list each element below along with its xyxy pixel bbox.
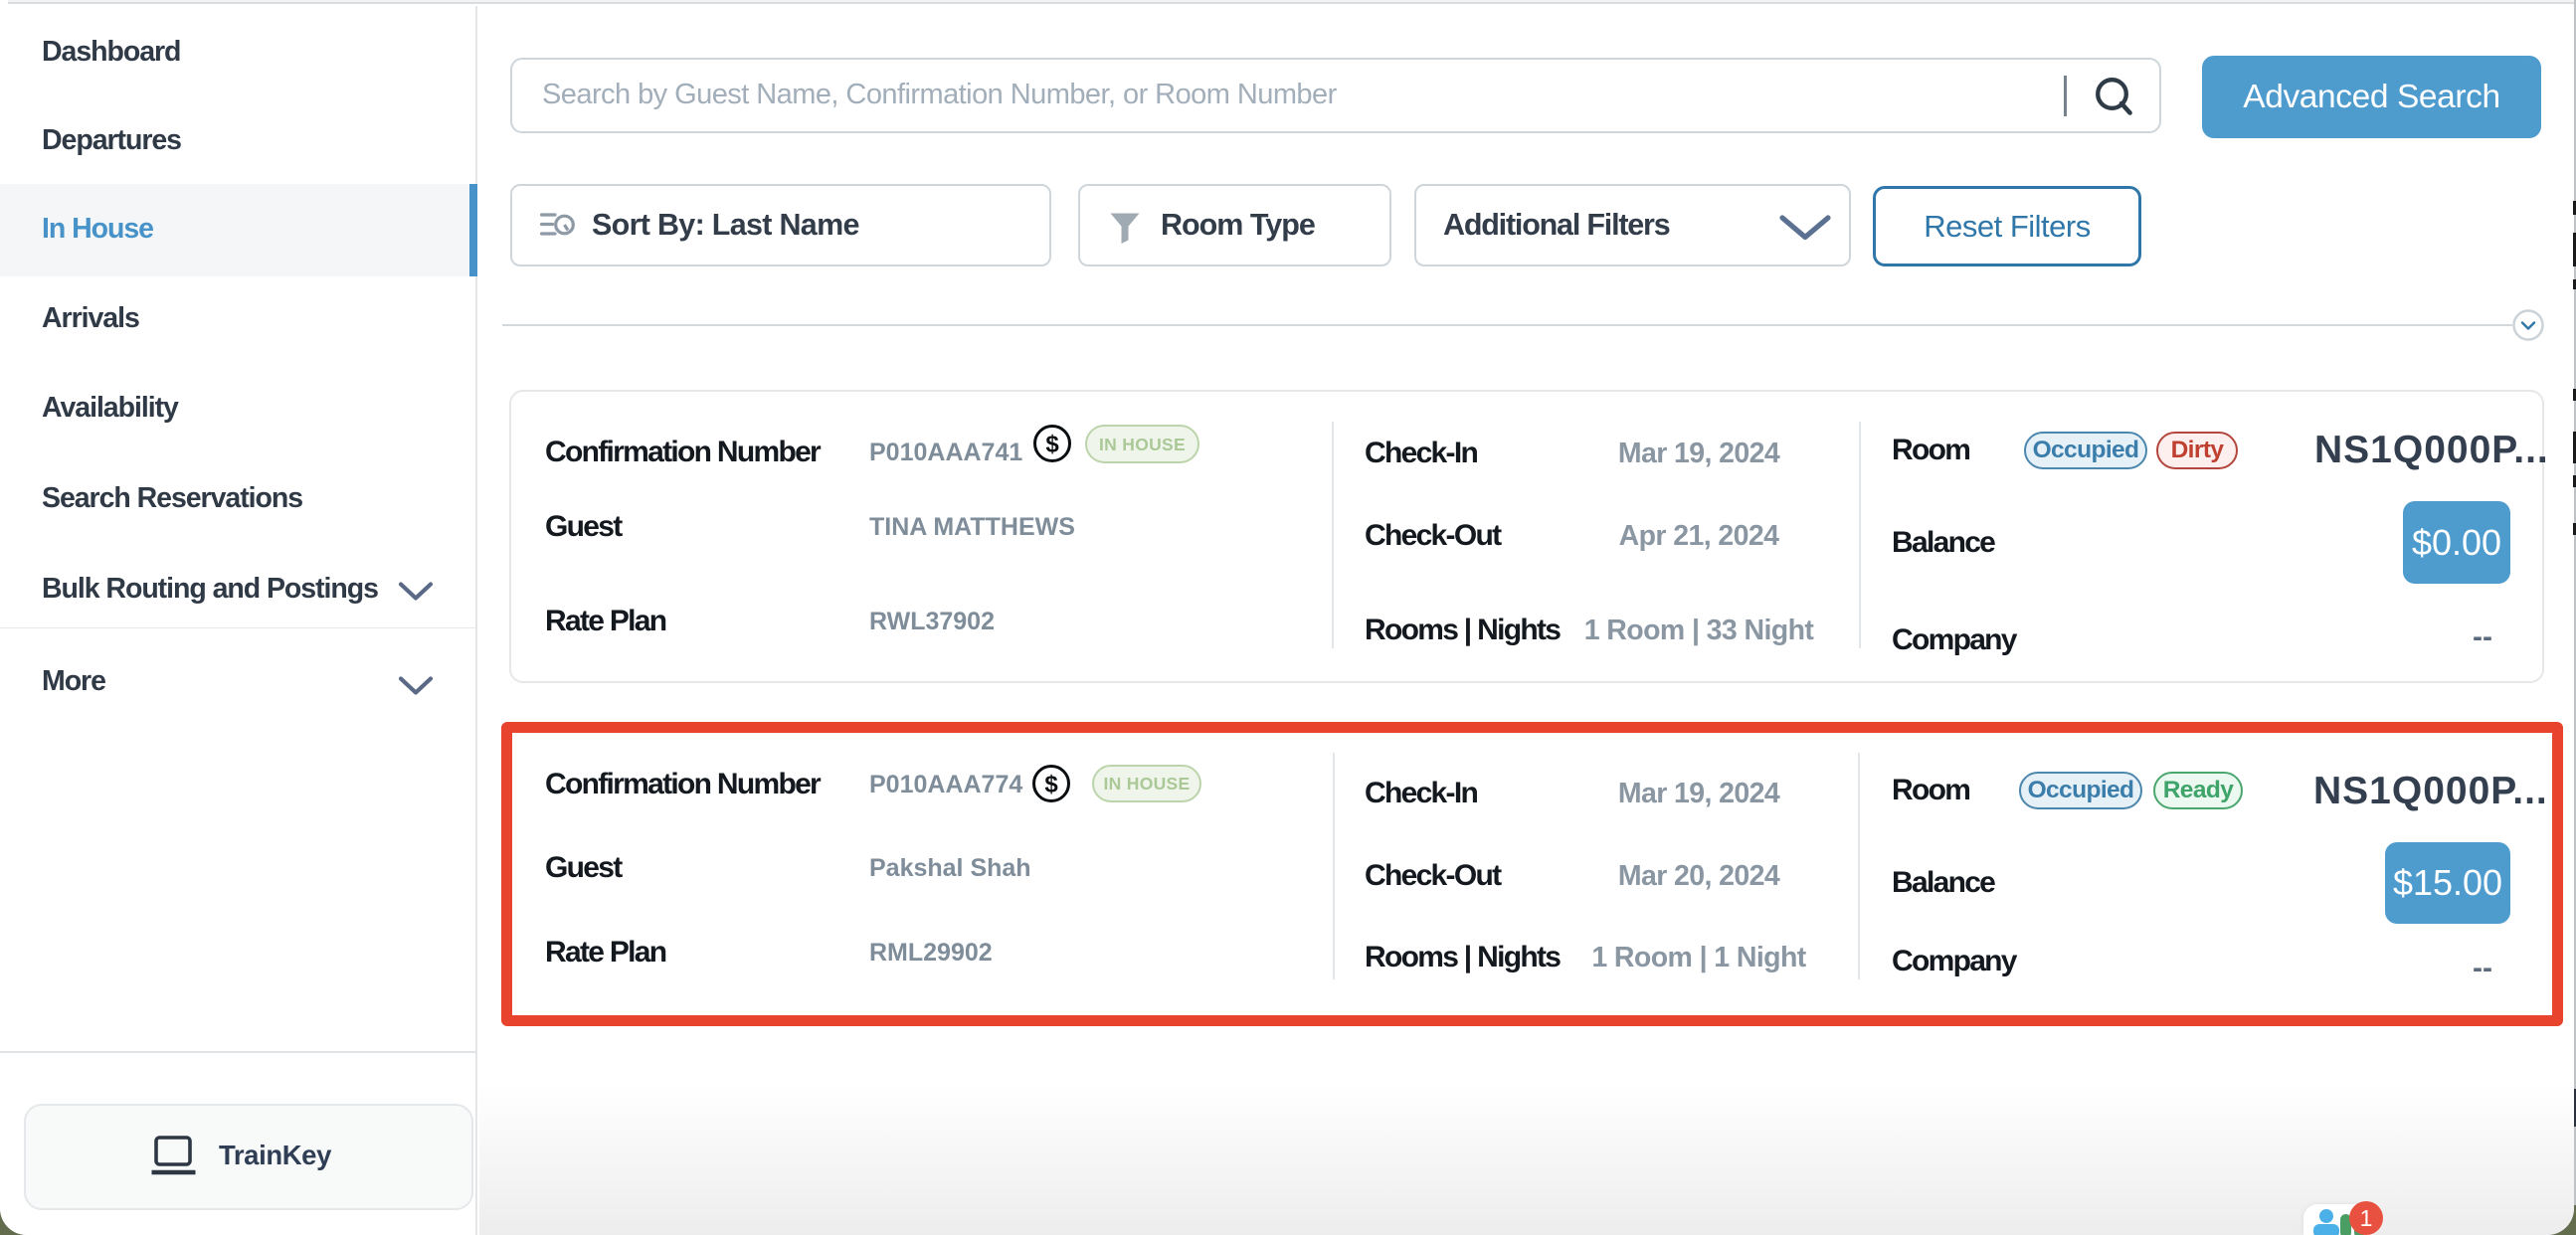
svg-text:$: $	[1044, 772, 1058, 798]
svg-text:$: $	[1045, 432, 1059, 458]
